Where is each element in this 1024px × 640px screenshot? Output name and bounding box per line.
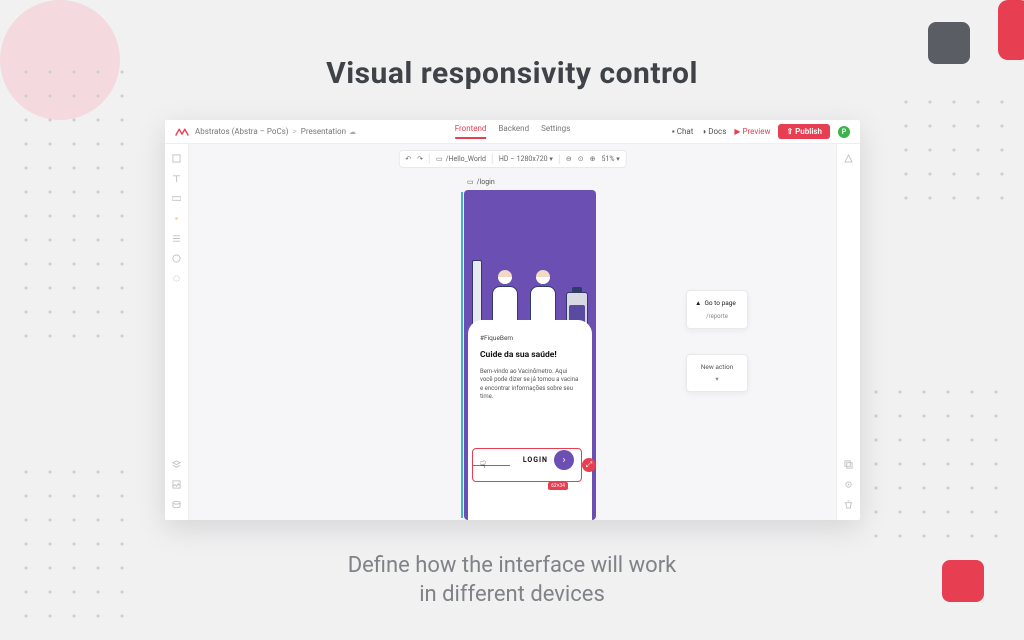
tool-input-icon[interactable] <box>172 194 182 204</box>
zoom-out-icon[interactable]: ⊖ <box>566 155 572 163</box>
right-tool-rail <box>836 144 860 520</box>
chevron-down-icon: ▾ <box>614 155 619 163</box>
data-icon[interactable] <box>172 500 182 510</box>
size-badge: 62×34 <box>548 482 568 490</box>
page-icon: ▭ <box>436 155 443 163</box>
device-select[interactable]: HD – 1280x720 ▾ <box>499 155 553 163</box>
decor-dots <box>894 90 1014 210</box>
lock-icon: ⤢ <box>586 460 592 470</box>
settings-icon[interactable] <box>844 480 854 490</box>
copy-icon[interactable] <box>844 460 854 470</box>
chevron-down-icon: ▾ <box>548 155 553 163</box>
zoom-value: 51% <box>601 155 614 163</box>
login-button-group[interactable]: ☟ LOGIN › ⤢ 62×34 <box>472 450 588 480</box>
hero-illustration <box>464 190 596 340</box>
device-value: HD – 1280x720 <box>499 155 548 163</box>
play-icon: ▶ <box>734 127 740 136</box>
login-label: LOGIN <box>523 456 548 464</box>
action-card-title: New action <box>701 363 734 371</box>
device-frame[interactable]: #FiqueBem Cuide da sua saúde! Bem-vindo … <box>464 190 596 520</box>
mockup-heading: Cuide da sua saúde! <box>480 350 580 360</box>
docs-label: Docs <box>708 127 726 136</box>
route-field[interactable]: ▭/Hello_World <box>436 155 486 163</box>
decor-dots <box>864 380 1014 540</box>
tool-shape-icon[interactable] <box>172 254 182 264</box>
chat-label: Chat <box>677 127 694 136</box>
app-logo-icon <box>175 127 189 137</box>
breadcrumb-workspace[interactable]: Abstratos (Abstra – PoCs) <box>195 127 289 136</box>
docs-icon: ◑ <box>701 127 706 136</box>
hero-title: Visual responsivity control <box>0 56 1024 91</box>
redo-icon[interactable]: ↷ <box>417 155 423 163</box>
chat-button[interactable]: ▪Chat <box>672 127 693 136</box>
action-card-route: /reporte <box>695 313 739 320</box>
route-value: /Hello_World <box>446 155 486 163</box>
zoom-select[interactable]: 51% ▾ <box>601 155 619 163</box>
tab-settings[interactable]: Settings <box>541 124 570 139</box>
tool-component-icon[interactable] <box>172 214 182 224</box>
avatar[interactable]: P <box>838 126 850 138</box>
hashtag-text: #FiqueBem <box>480 334 580 342</box>
tool-more-icon[interactable] <box>172 274 182 284</box>
hero-subtitle: Define how the interface will work in di… <box>0 551 1024 610</box>
canvas-page-label[interactable]: ▭ /login <box>467 178 495 186</box>
assets-icon[interactable] <box>172 480 182 490</box>
action-card-new[interactable]: New action ▾ <box>686 354 748 392</box>
canvas[interactable]: ↶ ↷ ▭/Hello_World HD – 1280x720 ▾ ⊖ ⊙ ⊕ … <box>189 144 836 520</box>
breadcrumb-project[interactable]: Presentation <box>301 127 346 136</box>
chat-icon: ▪ <box>672 127 675 136</box>
left-tool-rail <box>165 144 189 520</box>
zoom-fit-icon[interactable]: ⊙ <box>578 155 584 163</box>
publish-label: Publish <box>795 127 822 136</box>
decor-square-red-top <box>998 0 1024 60</box>
cursor-pointer-icon: ☟ <box>480 460 486 471</box>
publish-button[interactable]: ⇧ Publish <box>778 124 830 139</box>
device-toolbar: ↶ ↷ ▭/Hello_World HD – 1280x720 ▾ ⊖ ⊙ ⊕ … <box>398 150 626 168</box>
tab-backend[interactable]: Backend <box>498 124 529 139</box>
tool-select-icon[interactable] <box>172 154 182 164</box>
tab-frontend[interactable]: Frontend <box>455 124 487 139</box>
breadcrumb-separator: > <box>293 127 297 136</box>
decor-dots <box>14 60 144 340</box>
chevron-down-icon: ▾ <box>695 375 739 383</box>
action-card-goto[interactable]: ▲Go to page /reporte <box>686 290 748 329</box>
resize-handle[interactable]: ⤢ <box>582 458 596 472</box>
tool-text-icon[interactable] <box>172 174 182 184</box>
alignment-guide <box>472 465 510 466</box>
app-window: Abstratos (Abstra – PoCs) > Presentation… <box>165 120 860 520</box>
docs-button[interactable]: ◑Docs <box>701 127 726 136</box>
vertical-ruler <box>461 192 463 518</box>
content-sheet: #FiqueBem Cuide da sua saúde! Bem-vindo … <box>468 320 592 520</box>
zoom-in-icon[interactable]: ⊕ <box>590 155 596 163</box>
undo-icon[interactable]: ↶ <box>405 155 411 163</box>
mockup-body: Bem-vindo ao Vacinômetro. Aqui você pode… <box>480 368 580 402</box>
cloud-sync-icon: ☁ <box>349 128 356 136</box>
upload-icon: ⇧ <box>786 127 795 136</box>
page-icon: ▭ <box>467 178 474 186</box>
main-tabs: Frontend Backend Settings <box>455 124 571 139</box>
preview-label: Preview <box>743 127 771 136</box>
navigate-icon: ▲ <box>695 299 701 307</box>
topbar: Abstratos (Abstra – PoCs) > Presentation… <box>165 120 860 144</box>
layers-icon[interactable] <box>172 460 182 470</box>
hero-subtitle-line: in different devices <box>419 582 605 607</box>
login-arrow-button[interactable]: › <box>554 450 574 470</box>
tool-list-icon[interactable] <box>172 234 182 244</box>
inspector-icon[interactable] <box>844 154 854 164</box>
trash-icon[interactable] <box>844 500 854 510</box>
preview-button[interactable]: ▶Preview <box>734 127 770 136</box>
action-card-title: Go to page <box>704 299 735 307</box>
canvas-page-name: /login <box>477 178 495 186</box>
hero-subtitle-line: Define how the interface will work <box>348 553 677 578</box>
chevron-right-icon: › <box>562 455 565 466</box>
